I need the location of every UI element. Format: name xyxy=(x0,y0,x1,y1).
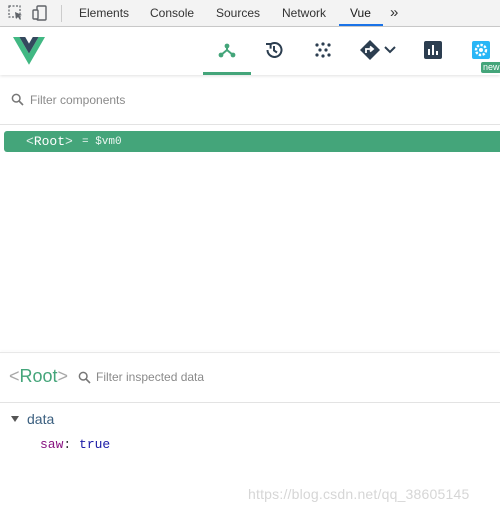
components-icon[interactable] xyxy=(216,39,238,61)
vue-devtools-header xyxy=(0,27,500,75)
panel-split-divider[interactable] xyxy=(0,352,500,353)
tree-node-tag: <Root> xyxy=(26,134,73,149)
new-badge: new xyxy=(481,62,500,73)
vuex-icon[interactable] xyxy=(312,39,334,61)
more-tabs-button[interactable]: » xyxy=(390,0,398,27)
vue-logo-icon xyxy=(13,37,45,65)
settings-icon[interactable] xyxy=(470,39,492,61)
filter-components-input[interactable] xyxy=(30,89,470,111)
router-icon[interactable] xyxy=(359,39,381,61)
search-icon xyxy=(78,371,91,384)
watermark: https://blog.csdn.net/qq_38605145 xyxy=(248,486,470,502)
divider xyxy=(0,124,500,125)
inspect-element-icon[interactable] xyxy=(7,4,25,22)
inspector-header: <Root> xyxy=(0,360,500,394)
chevron-down-icon[interactable] xyxy=(383,43,397,57)
property-colon: : xyxy=(63,437,80,452)
tree-node-root[interactable]: <Root> = $vm0 xyxy=(4,131,500,152)
data-property-row[interactable]: saw: true xyxy=(40,436,110,453)
devtools-tab-bar: Elements Console Sources Network Vue » xyxy=(0,0,500,27)
history-icon[interactable] xyxy=(263,39,285,61)
tab-vue[interactable]: Vue xyxy=(350,0,371,27)
filter-inspected-data-input[interactable] xyxy=(96,367,456,387)
active-view-indicator xyxy=(203,72,251,75)
caret-down-icon xyxy=(11,416,19,422)
inspected-component-name: <Root> xyxy=(9,366,69,386)
tab-network[interactable]: Network xyxy=(282,0,326,27)
tab-elements[interactable]: Elements xyxy=(79,0,129,27)
active-tab-indicator xyxy=(339,24,383,26)
section-label: data xyxy=(27,411,55,427)
search-icon xyxy=(11,93,24,106)
property-value[interactable]: true xyxy=(79,437,110,452)
divider xyxy=(0,402,500,403)
toolbar-separator xyxy=(61,5,62,22)
tree-node-ref: = $vm0 xyxy=(82,136,122,148)
property-key: saw xyxy=(40,437,64,452)
tab-console[interactable]: Console xyxy=(150,0,194,27)
performance-icon[interactable] xyxy=(422,39,444,61)
device-toolbar-icon[interactable] xyxy=(32,4,50,22)
tab-sources[interactable]: Sources xyxy=(216,0,260,27)
tree-node-name: Root xyxy=(33,134,66,149)
component-search-row xyxy=(0,84,500,116)
